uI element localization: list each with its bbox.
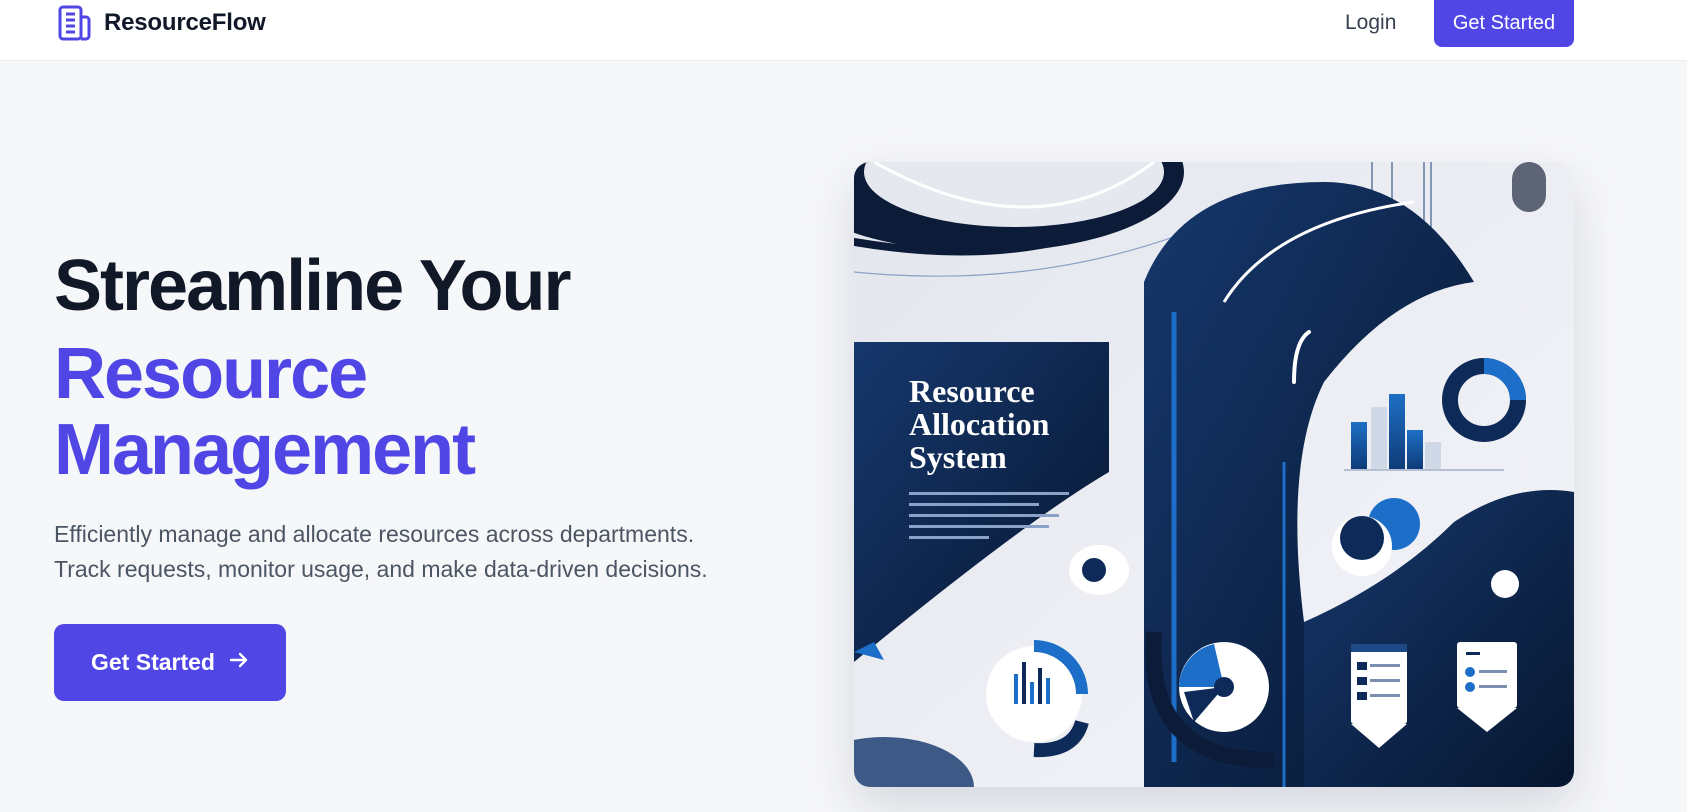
get-started-hero-button[interactable]: Get Started	[54, 624, 286, 701]
arrow-right-icon	[229, 649, 249, 676]
login-link[interactable]: Login	[1345, 11, 1396, 35]
headline-line-2: Resource	[54, 334, 368, 414]
hero-headline: Streamline Your Resource Management	[54, 250, 794, 490]
hero-subtitle: Efficiently manage and allocate resource…	[54, 517, 814, 587]
illustration-title-2: Allocation	[909, 406, 1050, 442]
headline-line-1: Streamline Your	[54, 246, 572, 326]
hero-copy: Streamline Your Resource Management	[54, 250, 794, 490]
hero-illustration: Resource Allocation System	[854, 162, 1574, 787]
illustration-title-1: Resource	[909, 373, 1035, 409]
subtitle-line-1: Efficiently manage and allocate resource…	[54, 521, 695, 547]
get-started-nav-button[interactable]: Get Started	[1434, 0, 1574, 47]
headline-line-3: Management	[54, 410, 476, 490]
hero-cta-label: Get Started	[91, 649, 215, 675]
brand-name: ResourceFlow	[104, 9, 266, 36]
illustration-title-3: System	[909, 439, 1007, 475]
subtitle-line-2: Track requests, monitor usage, and make …	[54, 556, 708, 582]
brand-logo[interactable]: ResourceFlow	[54, 3, 266, 43]
top-navbar: ResourceFlow Login Get Started	[0, 0, 1687, 61]
building-icon	[54, 3, 94, 43]
